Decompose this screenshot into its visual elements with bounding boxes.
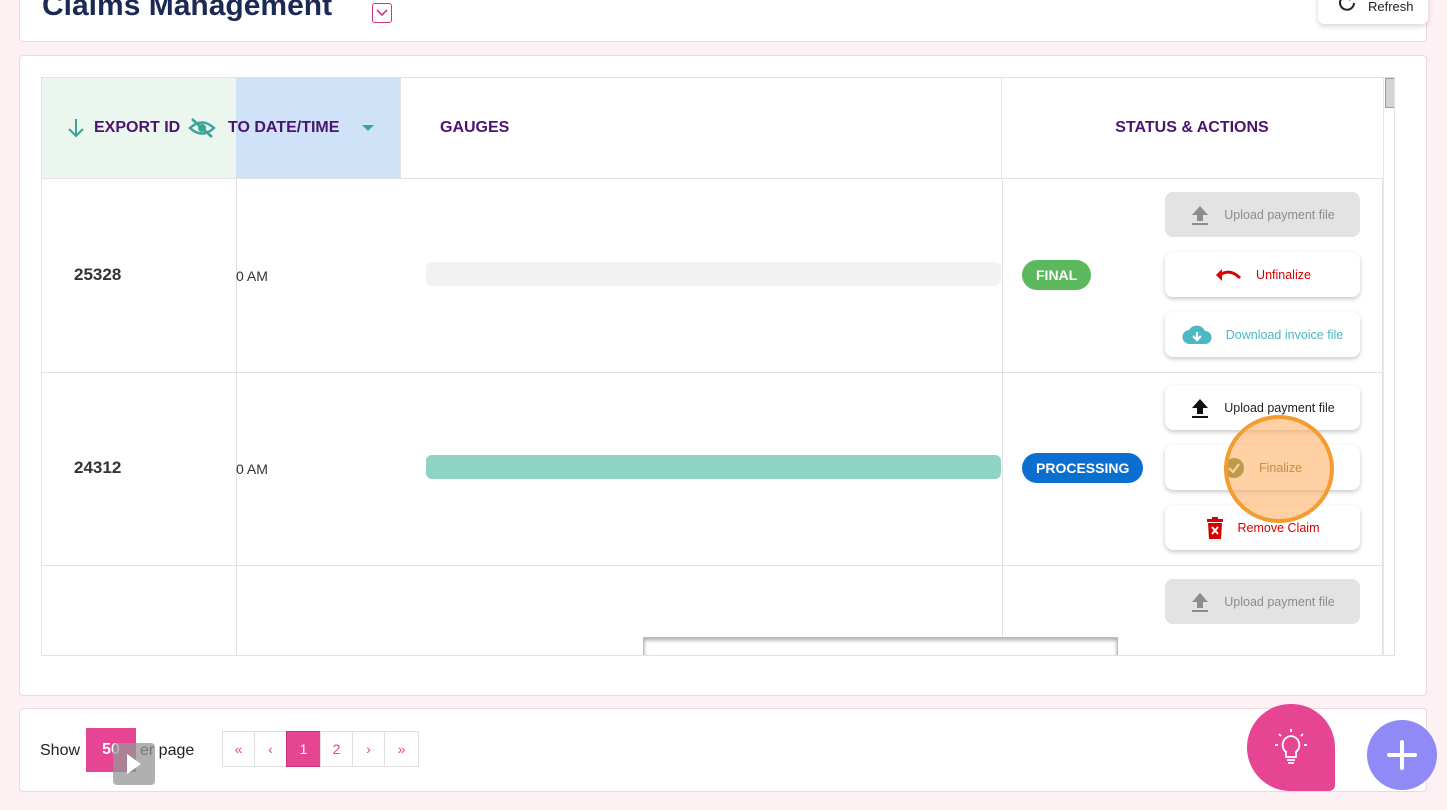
table-row: 25328 0 AM FINAL Upload payment file Unf…	[42, 179, 1382, 373]
cloud-download-icon	[1182, 325, 1212, 344]
remove-claim-label: Remove Claim	[1237, 520, 1320, 535]
vertical-scrollbar[interactable]	[1383, 78, 1394, 655]
table-row: 24312 0 AM PROCESSING Upload payment fil…	[42, 372, 1382, 566]
claims-table-card: EXPORT ID TO DATE/TIME GAUGES STATUS & A…	[19, 55, 1427, 696]
upload-payment-file-button[interactable]: Upload payment file	[1165, 192, 1360, 237]
unfinalize-label: Unfinalize	[1256, 267, 1311, 282]
chevron-down-icon	[376, 9, 388, 17]
title-dropdown-toggle[interactable]	[372, 3, 392, 23]
undo-icon	[1216, 268, 1242, 281]
show-label: Show	[40, 742, 81, 759]
play-icon	[127, 754, 141, 774]
column-label-gauges: GAUGES	[440, 119, 510, 136]
trash-icon	[1206, 516, 1223, 539]
tips-button[interactable]	[1247, 704, 1335, 791]
status-badge: FINAL	[1022, 260, 1092, 290]
gauge-bar	[426, 262, 1001, 286]
first-page-button[interactable]: «	[222, 731, 255, 767]
gauge-bar	[426, 455, 1001, 479]
refresh-label: Refresh	[1368, 0, 1414, 14]
table-header: EXPORT ID TO DATE/TIME GAUGES STATUS & A…	[42, 78, 1382, 179]
upload-icon	[1192, 398, 1209, 418]
header-card: Claims Management Refresh	[19, 0, 1428, 42]
export-id-cell: 25328	[74, 265, 122, 284]
page-1-button[interactable]: 1	[286, 731, 321, 767]
upload-payment-file-button[interactable]: Upload payment file	[1165, 579, 1360, 624]
upload-payment-file-label: Upload payment file	[1224, 207, 1335, 222]
last-page-button[interactable]: »	[384, 731, 419, 767]
column-header-gauges: GAUGES	[401, 78, 1002, 178]
check-circle-icon	[1223, 457, 1244, 478]
page-2-button[interactable]: 2	[320, 731, 353, 767]
column-header-date[interactable]: TO DATE/TIME	[228, 78, 401, 178]
upload-payment-file-label: Upload payment file	[1224, 594, 1335, 609]
date-cell: 0 AM	[236, 268, 268, 284]
next-page-button[interactable]: ›	[352, 731, 385, 767]
remove-claim-button[interactable]: Remove Claim	[1165, 505, 1360, 550]
unfinalize-button[interactable]: Unfinalize	[1165, 252, 1360, 297]
finalize-label: Finalize	[1258, 460, 1303, 475]
claims-table: EXPORT ID TO DATE/TIME GAUGES STATUS & A…	[41, 77, 1395, 656]
column-label-status: STATUS & ACTIONS	[1115, 119, 1269, 136]
page-title: Claims Management	[42, 0, 333, 22]
eye-slash-icon[interactable]	[188, 117, 217, 139]
upload-icon	[1192, 592, 1209, 612]
add-button[interactable]	[1367, 720, 1437, 790]
finalize-button[interactable]: Finalize	[1165, 445, 1360, 490]
upload-icon	[1192, 205, 1209, 225]
pagination-footer: Show 50 er page « ‹ 1 2 › »	[19, 708, 1427, 792]
plus-icon	[1387, 740, 1417, 770]
refresh-icon	[1339, 0, 1355, 11]
play-button[interactable]	[113, 743, 155, 785]
download-invoice-file-label: Download invoice file	[1225, 327, 1344, 342]
column-label-date: TO DATE/TIME	[228, 119, 340, 136]
status-badge: PROCESSING	[1022, 453, 1144, 483]
pagination: « ‹ 1 2 › »	[222, 731, 419, 767]
sort-down-arrow-icon[interactable]	[66, 117, 86, 139]
lightbulb-icon	[1275, 728, 1307, 764]
prev-page-button[interactable]: ‹	[254, 731, 287, 767]
column-header-status: STATUS & ACTIONS	[1002, 78, 1382, 178]
upload-payment-file-button[interactable]: Upload payment file	[1165, 385, 1360, 430]
export-id-cell: 24312	[74, 458, 122, 477]
column-header-export-id[interactable]: EXPORT ID	[42, 78, 236, 178]
vertical-scroll-thumb[interactable]	[1385, 78, 1394, 108]
date-cell: 0 AM	[236, 461, 268, 477]
caret-down-icon[interactable]	[361, 124, 375, 132]
refresh-button[interactable]: Refresh	[1318, 0, 1428, 24]
upload-payment-file-label: Upload payment file	[1224, 400, 1335, 415]
column-label-export-id: EXPORT ID	[94, 119, 181, 136]
horizontal-scrollbar[interactable]	[643, 637, 1118, 655]
gauge-fill	[426, 455, 1001, 479]
download-invoice-file-button[interactable]: Download invoice file	[1165, 312, 1360, 357]
